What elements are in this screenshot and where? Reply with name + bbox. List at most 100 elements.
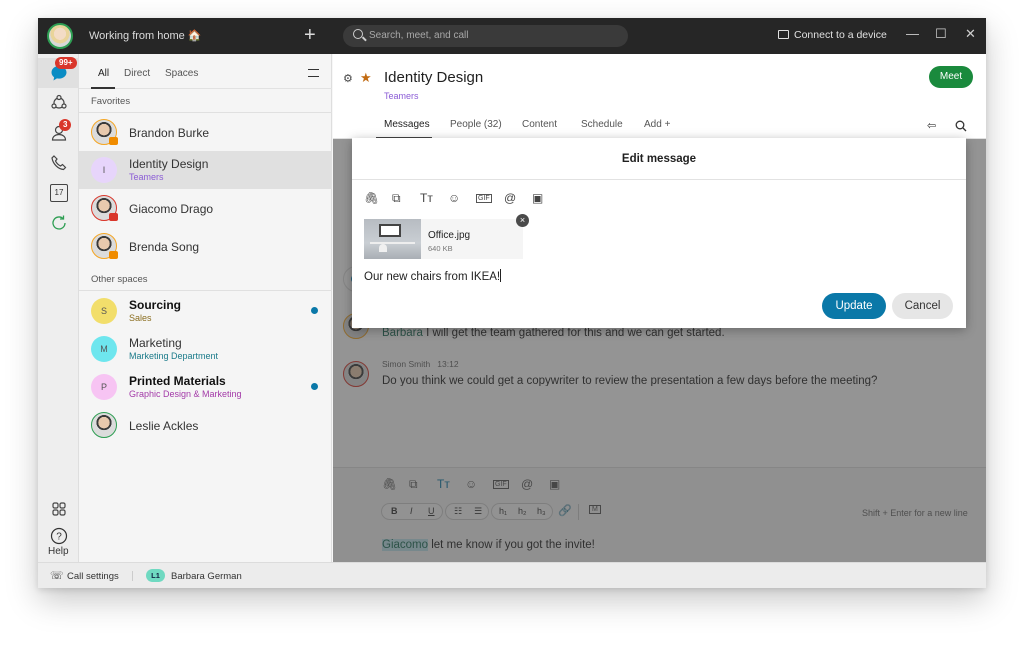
row-subtitle: Teamers (129, 172, 164, 182)
avatar: S (91, 298, 117, 324)
avatar (91, 412, 117, 438)
refresh-icon (52, 215, 66, 230)
tab-direct[interactable]: Direct (124, 68, 150, 79)
call-settings-button[interactable]: Call settings (67, 571, 119, 582)
list-item-brenda-song[interactable]: Brenda Song (79, 227, 332, 265)
update-button[interactable]: Update (822, 293, 886, 319)
text-format-icon[interactable]: Tт (420, 191, 433, 205)
favorite-star-icon[interactable]: ★ (360, 70, 372, 86)
help-label: Help (48, 546, 69, 557)
teams-icon (51, 94, 67, 109)
line-user[interactable]: Barbara German (171, 571, 242, 582)
cancel-button[interactable]: Cancel (892, 293, 953, 319)
attachment-thumbnail (364, 219, 421, 259)
thumbnail-chair (379, 244, 387, 252)
meet-button[interactable]: Meet (929, 66, 973, 88)
app-window: Working from home 🏠 + Search, meet, and … (38, 18, 986, 588)
activity-icon[interactable]: ⇦ (927, 119, 936, 132)
cast-icon (778, 30, 789, 39)
list-item-identity-design[interactable]: I Identity Design Teamers (79, 151, 332, 189)
remove-attachment-button[interactable]: × (516, 214, 529, 227)
whiteboard-icon[interactable]: ▣ (532, 191, 543, 205)
list-item-sourcing[interactable]: S Sourcing Sales (79, 292, 332, 330)
new-button[interactable]: + (304, 24, 316, 47)
list-item-leslie-ackles[interactable]: Leslie Ackles (79, 406, 332, 444)
maximize-button[interactable]: ☐ (935, 26, 947, 42)
tab-messages[interactable]: Messages (384, 119, 430, 130)
emoji-icon[interactable]: ☺ (448, 191, 460, 205)
list-item-giacomo-drago[interactable]: Giacomo Drago (79, 189, 332, 227)
call-settings-icon[interactable]: ☏ (50, 569, 64, 582)
search-icon[interactable] (955, 120, 967, 132)
space-tabs: Messages People (32) Content Schedule Ad… (333, 113, 986, 139)
phone-icon (51, 155, 67, 171)
active-tab-indicator (91, 87, 115, 89)
status-bar: ☏ Call settings L1 Barbara German (38, 562, 986, 588)
rail-sync[interactable] (38, 208, 79, 238)
user-avatar[interactable] (47, 23, 73, 49)
rail-messaging[interactable]: 99+ (38, 57, 79, 88)
search-placeholder: Search, meet, and call (369, 30, 469, 41)
conversation-list: All Direct Spaces Favorites Brandon Burk… (79, 54, 332, 562)
tab-content[interactable]: Content (522, 119, 557, 130)
space-title: Identity Design (384, 69, 484, 86)
attachment-size: 640 KB (428, 244, 453, 253)
rail-contacts[interactable]: 3 (38, 118, 79, 148)
tab-add[interactable]: Add + (644, 119, 670, 130)
title-bar: Working from home 🏠 + Search, meet, and … (38, 18, 986, 54)
filter-icon[interactable] (308, 69, 319, 77)
search-input[interactable]: Search, meet, and call (343, 25, 628, 47)
attachment-name: Office.jpg (428, 230, 471, 241)
text-caret (500, 269, 502, 282)
user-status[interactable]: Working from home 🏠 (89, 29, 202, 42)
contacts-badge: 3 (59, 119, 72, 131)
row-subtitle: Sales (129, 313, 152, 323)
apps-grid-icon (52, 502, 66, 516)
rail-meetings[interactable]: 17 (38, 178, 79, 208)
favorites-label: Favorites (91, 96, 131, 107)
settings-gear-icon[interactable]: ⚙ (343, 72, 353, 85)
thumbnail-table (370, 242, 415, 244)
tab-all[interactable]: All (98, 68, 109, 79)
row-subtitle: Marketing Department (129, 351, 219, 361)
unread-indicator (311, 307, 318, 314)
divider (132, 571, 133, 581)
list-item-printed-materials[interactable]: P Printed Materials Graphic Design & Mar… (79, 368, 332, 406)
edit-message-input[interactable]: Our new chairs from IKEA! (364, 269, 502, 283)
rail-teams[interactable] (38, 88, 79, 118)
minimize-button[interactable]: — (906, 26, 919, 41)
tab-people[interactable]: People (32) (450, 119, 502, 130)
attachment-card[interactable]: Office.jpg 640 KB (364, 219, 523, 259)
tab-schedule[interactable]: Schedule (581, 119, 623, 130)
edit-message-text: Our new chairs from IKEA! (364, 271, 501, 283)
screen-share-presence-icon (109, 213, 118, 221)
space-subtitle[interactable]: Teamers (384, 91, 419, 101)
attach-icon[interactable]: 🖇 (364, 191, 379, 205)
list-item-marketing[interactable]: M Marketing Marketing Department (79, 330, 332, 368)
row-title: Identity Design (129, 157, 209, 171)
avatar (91, 195, 118, 221)
line-badge: L1 (146, 569, 165, 582)
avatar: P (91, 374, 117, 400)
row-title: Giacomo Drago (129, 202, 214, 216)
divider (352, 179, 966, 180)
list-item-brandon-burke[interactable]: Brandon Burke (79, 113, 332, 151)
avatar: I (91, 157, 117, 183)
row-title: Marketing (129, 336, 182, 350)
unread-indicator (311, 383, 318, 390)
mention-icon[interactable]: @ (504, 191, 516, 205)
row-title: Leslie Ackles (129, 419, 199, 433)
messaging-badge: 99+ (55, 57, 77, 69)
search-icon (353, 29, 363, 39)
close-button[interactable]: ✕ (965, 26, 976, 42)
gif-icon[interactable]: GIF (476, 194, 492, 203)
rail-calling[interactable] (38, 148, 79, 178)
screenshot-icon[interactable]: ⧉ (392, 191, 401, 206)
video-presence-icon (109, 137, 118, 145)
rail-apps[interactable] (38, 494, 79, 524)
tab-spaces[interactable]: Spaces (165, 68, 198, 79)
row-title: Printed Materials (129, 374, 226, 388)
avatar: M (91, 336, 117, 362)
edit-message-dialog: Edit message 🖇 ⧉ Tт ☺ GIF @ ▣ Office.jpg… (352, 138, 966, 328)
thumbnail-screen (379, 224, 401, 237)
